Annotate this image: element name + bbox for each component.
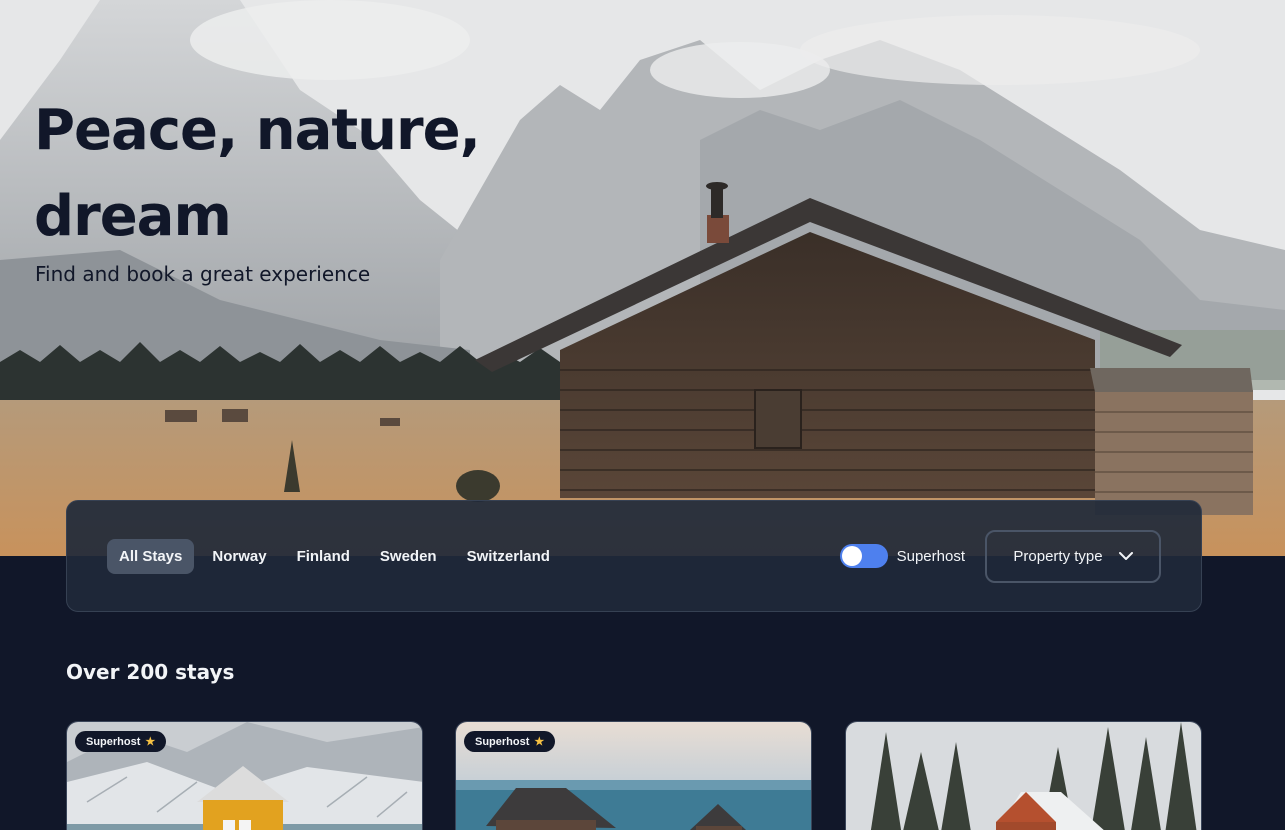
- superhost-toggle[interactable]: [839, 544, 888, 568]
- tab-all-stays[interactable]: All Stays: [107, 538, 195, 574]
- stay-card[interactable]: [845, 721, 1202, 830]
- toggle-knob: [841, 546, 862, 566]
- stay-image: [846, 722, 1201, 830]
- property-type-label: Property type: [1013, 547, 1103, 565]
- superhost-badge: Superhost ★: [75, 731, 167, 752]
- badge-label: Superhost: [475, 735, 530, 748]
- badge-label: Superhost: [86, 735, 141, 748]
- tab-finland[interactable]: Finland: [285, 539, 362, 574]
- superhost-label: Superhost: [896, 547, 965, 565]
- tab-sweden[interactable]: Sweden: [368, 539, 449, 574]
- chevron-down-icon: [1118, 551, 1133, 560]
- tab-norway[interactable]: Norway: [200, 539, 278, 574]
- filter-bar: All Stays Norway Finland Sweden Switzerl…: [66, 500, 1202, 612]
- country-tabs: All Stays Norway Finland Sweden Switzerl…: [107, 538, 562, 574]
- star-icon: ★: [145, 736, 156, 748]
- tab-switzerland[interactable]: Switzerland: [455, 539, 562, 574]
- hero-subtitle: Find and book a great experience: [35, 262, 371, 286]
- star-icon: ★: [534, 736, 545, 748]
- hero-title: Peace, nature, dream: [34, 98, 481, 249]
- superhost-filter: Superhost: [839, 544, 965, 568]
- superhost-badge: Superhost ★: [464, 731, 556, 752]
- stay-card[interactable]: Superhost ★: [455, 721, 812, 830]
- stay-card[interactable]: Superhost ★: [66, 721, 423, 830]
- property-type-select[interactable]: Property type: [985, 529, 1161, 583]
- section-title: Over 200 stays: [66, 660, 235, 684]
- hero-banner: Peace, nature, dream Find and book a gre…: [0, 0, 1285, 556]
